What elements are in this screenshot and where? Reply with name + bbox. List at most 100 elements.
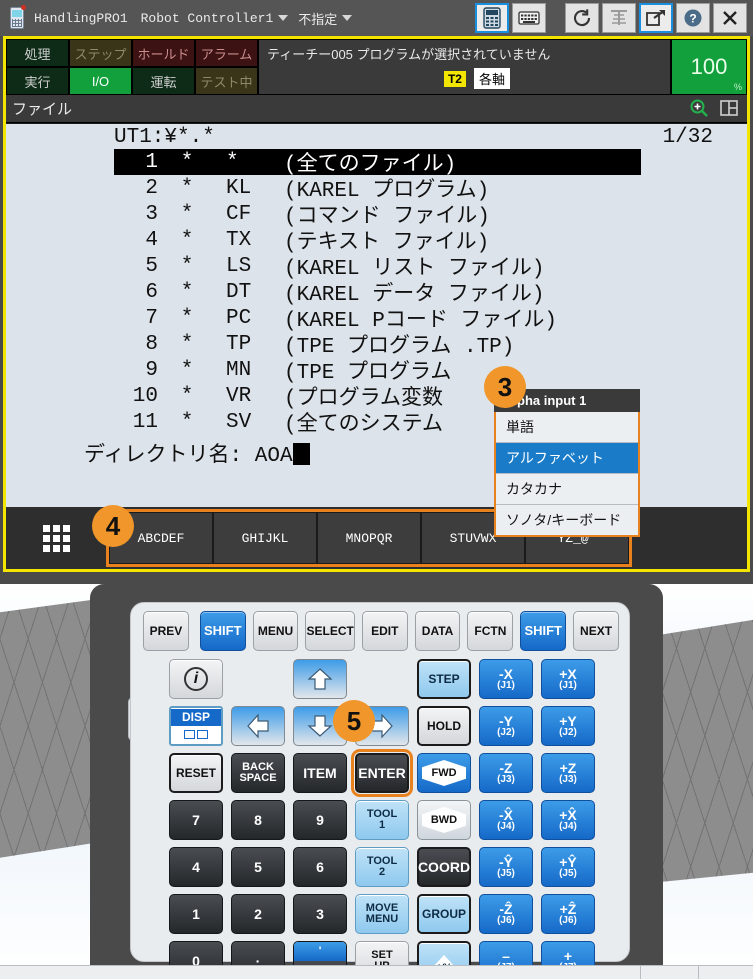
help-button[interactable]: ?: [676, 3, 710, 33]
jog-minus-y[interactable]: -Y (J2): [479, 706, 533, 746]
jog-minus-x[interactable]: -X (J1): [479, 659, 533, 699]
move-menu-key[interactable]: MOVE MENU: [355, 894, 409, 934]
split-pane-icon[interactable]: [719, 98, 739, 123]
arrow-left-key[interactable]: [231, 706, 285, 746]
table-row[interactable]: 1 * * (全てのファイル): [114, 149, 641, 177]
zoom-in-icon[interactable]: [689, 98, 709, 123]
jog-plus-z[interactable]: +Z (J3): [541, 753, 595, 793]
pendant-top-key-row: PREV SHIFT MENU SELECT EDIT DATA FCTN SHIFT NEXT: [143, 611, 619, 651]
table-row[interactable]: 7 * PC (KAREL Pコード ファイル): [6, 305, 747, 334]
step-key[interactable]: STEP: [417, 659, 471, 699]
teach-pendant-screen: 処理 ステップ ホールド アラーム 実行 I/O 運転 テスト中 ティーチー005 プログラム…: [3, 36, 750, 572]
select-key[interactable]: SELECT: [305, 611, 355, 651]
key-label: ITEM: [303, 764, 337, 781]
file-star: *: [180, 202, 194, 226]
screen-title-bar: ファイル: [6, 95, 747, 123]
next-key[interactable]: NEXT: [573, 611, 619, 651]
file-ext: TP: [226, 332, 252, 356]
num-1-key[interactable]: 1: [169, 894, 223, 934]
chevron-down-icon[interactable]: [278, 15, 289, 21]
file-num: 3: [145, 202, 158, 226]
jog-plus-x[interactable]: +X (J1): [541, 659, 595, 699]
bwd-key[interactable]: BWD: [417, 800, 471, 840]
disp-key[interactable]: DISP: [169, 706, 223, 746]
table-row[interactable]: 5 * LS (KAREL リスト ファイル): [6, 253, 747, 282]
window-title-bar: HandlingPRO1 Robot Controller1 不指定 ?: [0, 0, 753, 36]
num-9-key[interactable]: 9: [293, 800, 347, 840]
fkey-2[interactable]: GHIJKL: [213, 512, 317, 564]
key-axis-label: (J1): [559, 680, 577, 692]
data-key[interactable]: DATA: [414, 611, 461, 651]
key-label: +Z: [559, 759, 577, 776]
status-cell-2: ホールド: [132, 39, 195, 67]
num-7-key[interactable]: 7: [169, 800, 223, 840]
table-row[interactable]: 6 * DT (KAREL データ ファイル): [6, 279, 747, 308]
num-8-key[interactable]: 8: [231, 800, 285, 840]
jog-plus-x-rot[interactable]: +X̂ (J4): [541, 800, 595, 840]
reset-key[interactable]: RESET: [169, 753, 223, 793]
key-label: –: [502, 947, 510, 964]
fkey-3[interactable]: MNOPQR: [317, 512, 421, 564]
num-6-key[interactable]: 6: [293, 847, 347, 887]
controller-selector-label[interactable]: Robot Controller1: [141, 11, 274, 26]
tool-1-key[interactable]: TOOL 1: [355, 800, 409, 840]
speed-override-display[interactable]: 100 %: [671, 39, 747, 95]
info-key[interactable]: i: [169, 659, 223, 699]
coord-key[interactable]: COORD: [417, 847, 471, 887]
close-button[interactable]: [713, 3, 747, 33]
tool-2-key[interactable]: TOOL 2: [355, 847, 409, 887]
fwd-key[interactable]: FWD: [417, 753, 471, 793]
keyboard-toggle-button[interactable]: [512, 3, 546, 33]
jog-minus-z-rot[interactable]: -Ẑ (J6): [479, 894, 533, 934]
num-5-key[interactable]: 5: [231, 847, 285, 887]
file-star: *: [180, 332, 194, 356]
fkey-menu-button[interactable]: [6, 509, 106, 567]
num-2-key[interactable]: 2: [231, 894, 285, 934]
file-ext: DT: [226, 280, 252, 304]
num-4-key[interactable]: 4: [169, 847, 223, 887]
shift-key[interactable]: SHIFT: [199, 611, 246, 651]
group-key[interactable]: GROUP: [417, 894, 471, 934]
alpha-option[interactable]: カタカナ: [496, 473, 638, 504]
item-key[interactable]: ITEM: [293, 753, 347, 793]
menu-key[interactable]: MENU: [252, 611, 299, 651]
jog-plus-y-rot[interactable]: +Ŷ (J5): [541, 847, 595, 887]
jog-plus-y[interactable]: +Y (J2): [541, 706, 595, 746]
arrow-up-key[interactable]: [293, 659, 347, 699]
fctn-key[interactable]: FCTN: [467, 611, 514, 651]
key-axis-label: (J5): [497, 868, 515, 880]
backspace-key[interactable]: BACK SPACE: [231, 753, 285, 793]
alpha-option[interactable]: 単語: [496, 412, 638, 442]
chevron-down-icon[interactable]: [342, 15, 353, 21]
file-num: 10: [132, 384, 158, 408]
reset-button[interactable]: [565, 3, 599, 33]
jog-minus-y-rot[interactable]: -Ŷ (J5): [479, 847, 533, 887]
table-row[interactable]: 4 * TX (テキスト ファイル): [6, 227, 747, 256]
key-label: EDIT: [371, 623, 399, 638]
alpha-option[interactable]: ソノタ/キーボード: [496, 504, 638, 535]
arrow-icon: [247, 713, 269, 739]
table-row[interactable]: 8 * TP (TPE プログラム .TP): [6, 331, 747, 360]
robot-button[interactable]: [602, 3, 636, 33]
jog-minus-z[interactable]: -Z (J3): [479, 753, 533, 793]
key-label: +X̂: [559, 806, 577, 823]
hold-key[interactable]: HOLD: [417, 706, 471, 746]
key-axis-label: (J2): [497, 727, 515, 739]
alpha-option[interactable]: アルファベット: [496, 442, 638, 473]
table-row[interactable]: 9 * MN (TPE プログラム: [6, 357, 747, 386]
teach-pendant-toggle-button[interactable]: [475, 3, 509, 33]
table-row[interactable]: 2 * KL (KAREL プログラム): [6, 175, 747, 204]
key-label: -Z: [499, 759, 513, 776]
enter-key[interactable]: ENTER: [351, 749, 413, 797]
shift-key[interactable]: SHIFT: [520, 611, 567, 651]
num-3-key[interactable]: 3: [293, 894, 347, 934]
jog-plus-z-rot[interactable]: +Ẑ (J6): [541, 894, 595, 934]
popout-window-button[interactable]: [639, 3, 673, 33]
mode-selector-label[interactable]: 不指定: [298, 9, 337, 28]
edit-key[interactable]: EDIT: [361, 611, 408, 651]
prev-key[interactable]: PREV: [143, 611, 189, 651]
table-row[interactable]: 3 * CF (コマンド ファイル): [6, 201, 747, 230]
message-box: ティーチー005 プログラムが選択されていません T2 各軸: [258, 39, 671, 95]
jog-minus-x-rot[interactable]: -X̂ (J4): [479, 800, 533, 840]
key-label: FWD: [422, 760, 466, 786]
